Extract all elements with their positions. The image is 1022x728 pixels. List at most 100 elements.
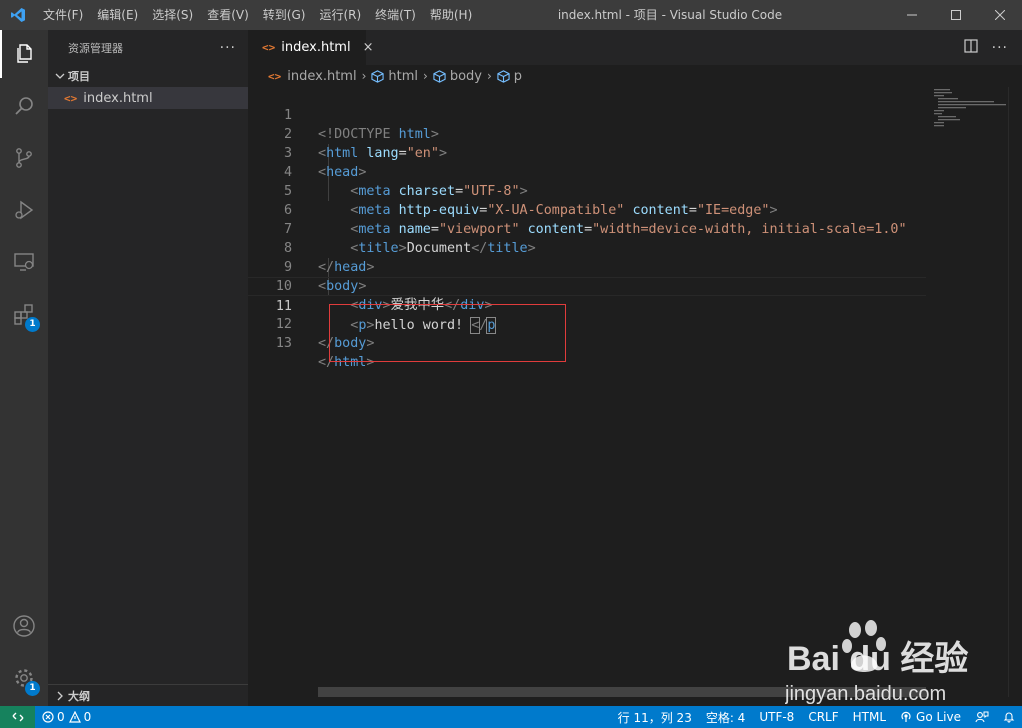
search-button[interactable]: [0, 82, 48, 130]
tab-index-html[interactable]: <> index.html ×: [248, 30, 373, 65]
editor-group: <> index.html × ··· <> index.html › html…: [248, 30, 1022, 706]
go-live-label: Go Live: [916, 710, 961, 724]
tab-bar: <> index.html × ···: [248, 30, 1022, 65]
symbol-element-icon: [497, 69, 510, 83]
menu-go[interactable]: 转到(G): [256, 0, 313, 30]
code-line: 1 <!DOCTYPE html>: [248, 87, 926, 142]
line-number: 13: [275, 336, 292, 351]
chevron-right-icon: ›: [423, 69, 428, 83]
language-mode[interactable]: HTML: [846, 706, 893, 728]
warning-icon: [68, 711, 81, 723]
end-of-line[interactable]: CRLF: [801, 706, 845, 728]
breadcrumb-file[interactable]: <> index.html: [268, 69, 357, 84]
vscode-logo-icon: [0, 0, 36, 30]
tab-label: index.html: [281, 40, 351, 55]
code-line: 9 <body>: [248, 239, 926, 294]
error-count: 0: [57, 710, 65, 724]
code-line-current: 11 <p>hello word! </p: [248, 277, 926, 334]
title-bar: 文件(F) 编辑(E) 选择(S) 查看(V) 转到(G) 运行(R) 终端(T…: [0, 0, 1022, 30]
folder-item[interactable]: 项目: [48, 65, 248, 87]
menu-selection[interactable]: 选择(S): [145, 0, 200, 30]
minimize-icon: [907, 14, 917, 16]
remote-icon: [12, 712, 23, 722]
chevron-down-icon: [52, 71, 68, 81]
warning-count: 0: [83, 710, 92, 724]
split-editor-icon: [964, 38, 978, 53]
split-editor-button[interactable]: [964, 38, 978, 57]
horizontal-scrollbar[interactable]: [318, 687, 926, 697]
breadcrumb-file-label: index.html: [287, 68, 357, 84]
go-live-button[interactable]: Go Live: [893, 706, 968, 728]
menu-help[interactable]: 帮助(H): [423, 0, 479, 30]
run-debug-icon: [15, 200, 34, 220]
explorer-button[interactable]: [0, 30, 48, 78]
file-item-index-html[interactable]: <> index.html: [48, 87, 248, 109]
folder-label: 项目: [68, 70, 90, 83]
code-line: 2 <html lang="en">: [248, 106, 926, 161]
sidebar-title: 资源管理器: [68, 41, 123, 55]
code-line: 8 </head>: [248, 220, 926, 275]
indentation[interactable]: 空格: 4: [699, 706, 753, 728]
breadcrumb-p-label: p: [513, 68, 523, 84]
explorer-sidebar: 资源管理器 ··· 项目 <> index.html 大纲: [48, 30, 248, 706]
status-bar-right: 行 11，列 23 空格: 4 UTF-8 CRLF HTML Go Live: [611, 706, 1022, 728]
highlight-annotation-box: [329, 304, 566, 362]
status-bar: 0 0 行 11，列 23 空格: 4 UTF-8 CRLF HTML Go L…: [0, 706, 1022, 728]
more-actions-button[interactable]: ···: [220, 40, 236, 56]
settings-badge: 1: [25, 681, 40, 696]
notifications-button[interactable]: [996, 706, 1022, 728]
close-window-button[interactable]: [978, 0, 1022, 30]
chevron-right-icon: ›: [361, 69, 367, 83]
minimap[interactable]: [926, 87, 1008, 687]
remote-indicator-button[interactable]: [0, 706, 35, 728]
html-file-icon: <>: [268, 69, 282, 83]
menu-run[interactable]: 运行(R): [312, 0, 368, 30]
code-line: 3 <head>: [248, 125, 926, 180]
broadcast-icon: [901, 711, 911, 722]
breadcrumb-html[interactable]: html: [371, 69, 418, 84]
breadcrumb-p[interactable]: p: [497, 69, 522, 84]
sidebar-header: 资源管理器 ···: [48, 30, 248, 65]
run-debug-button[interactable]: [0, 186, 48, 234]
code-line: 7 <title>Document</title>: [248, 201, 926, 256]
feedback-icon: [975, 711, 989, 723]
feedback-button[interactable]: [968, 706, 996, 728]
vertical-scrollbar[interactable]: [1008, 87, 1022, 697]
cursor-position[interactable]: 行 11，列 23: [611, 706, 699, 728]
bell-icon: [1003, 712, 1015, 723]
encoding[interactable]: UTF-8: [752, 706, 801, 728]
code-line: 5 <meta http-equiv="X-UA-Compatible" con…: [248, 163, 926, 218]
accounts-button[interactable]: [0, 602, 48, 650]
outline-section[interactable]: 大纲: [48, 684, 248, 706]
outline-label: 大纲: [68, 689, 90, 703]
source-control-button[interactable]: [0, 134, 48, 182]
menu-view[interactable]: 查看(V): [200, 0, 256, 30]
activity-bar: 1 1: [0, 30, 48, 706]
breadcrumb: <> index.html › html › body › p: [248, 65, 522, 87]
maximize-button[interactable]: [934, 0, 978, 30]
code-line: 10 <div>爱我中华</div>: [248, 258, 926, 313]
breadcrumb-body-label: body: [449, 68, 482, 84]
html-file-icon: <>: [64, 91, 78, 105]
chevron-right-icon: ›: [486, 69, 492, 83]
menu-terminal[interactable]: 终端(T): [368, 0, 423, 30]
menu-edit[interactable]: 编辑(E): [90, 0, 145, 30]
remote-explorer-button[interactable]: [0, 238, 48, 286]
symbol-element-icon: [433, 69, 446, 83]
window-title: index.html - 项目 - Visual Studio Code: [557, 8, 783, 22]
breadcrumb-html-label: html: [388, 68, 418, 84]
maximize-icon: [951, 10, 961, 20]
extensions-button[interactable]: 1: [0, 290, 48, 338]
manage-button[interactable]: 1: [0, 654, 48, 702]
problems-button[interactable]: 0 0: [35, 706, 98, 728]
file-label: index.html: [83, 90, 153, 106]
code-editor[interactable]: 1 <!DOCTYPE html> 2 <html lang="en"> 3 <…: [248, 87, 926, 697]
remote-explorer-icon: [14, 253, 34, 271]
breadcrumb-body[interactable]: body: [433, 69, 482, 84]
editor-more-button[interactable]: ···: [992, 40, 1008, 56]
files-icon: [17, 44, 32, 63]
tab-close-button[interactable]: ×: [363, 40, 374, 55]
minimize-button[interactable]: [890, 0, 934, 30]
chevron-right-icon: [52, 691, 68, 701]
menu-file[interactable]: 文件(F): [36, 0, 90, 30]
